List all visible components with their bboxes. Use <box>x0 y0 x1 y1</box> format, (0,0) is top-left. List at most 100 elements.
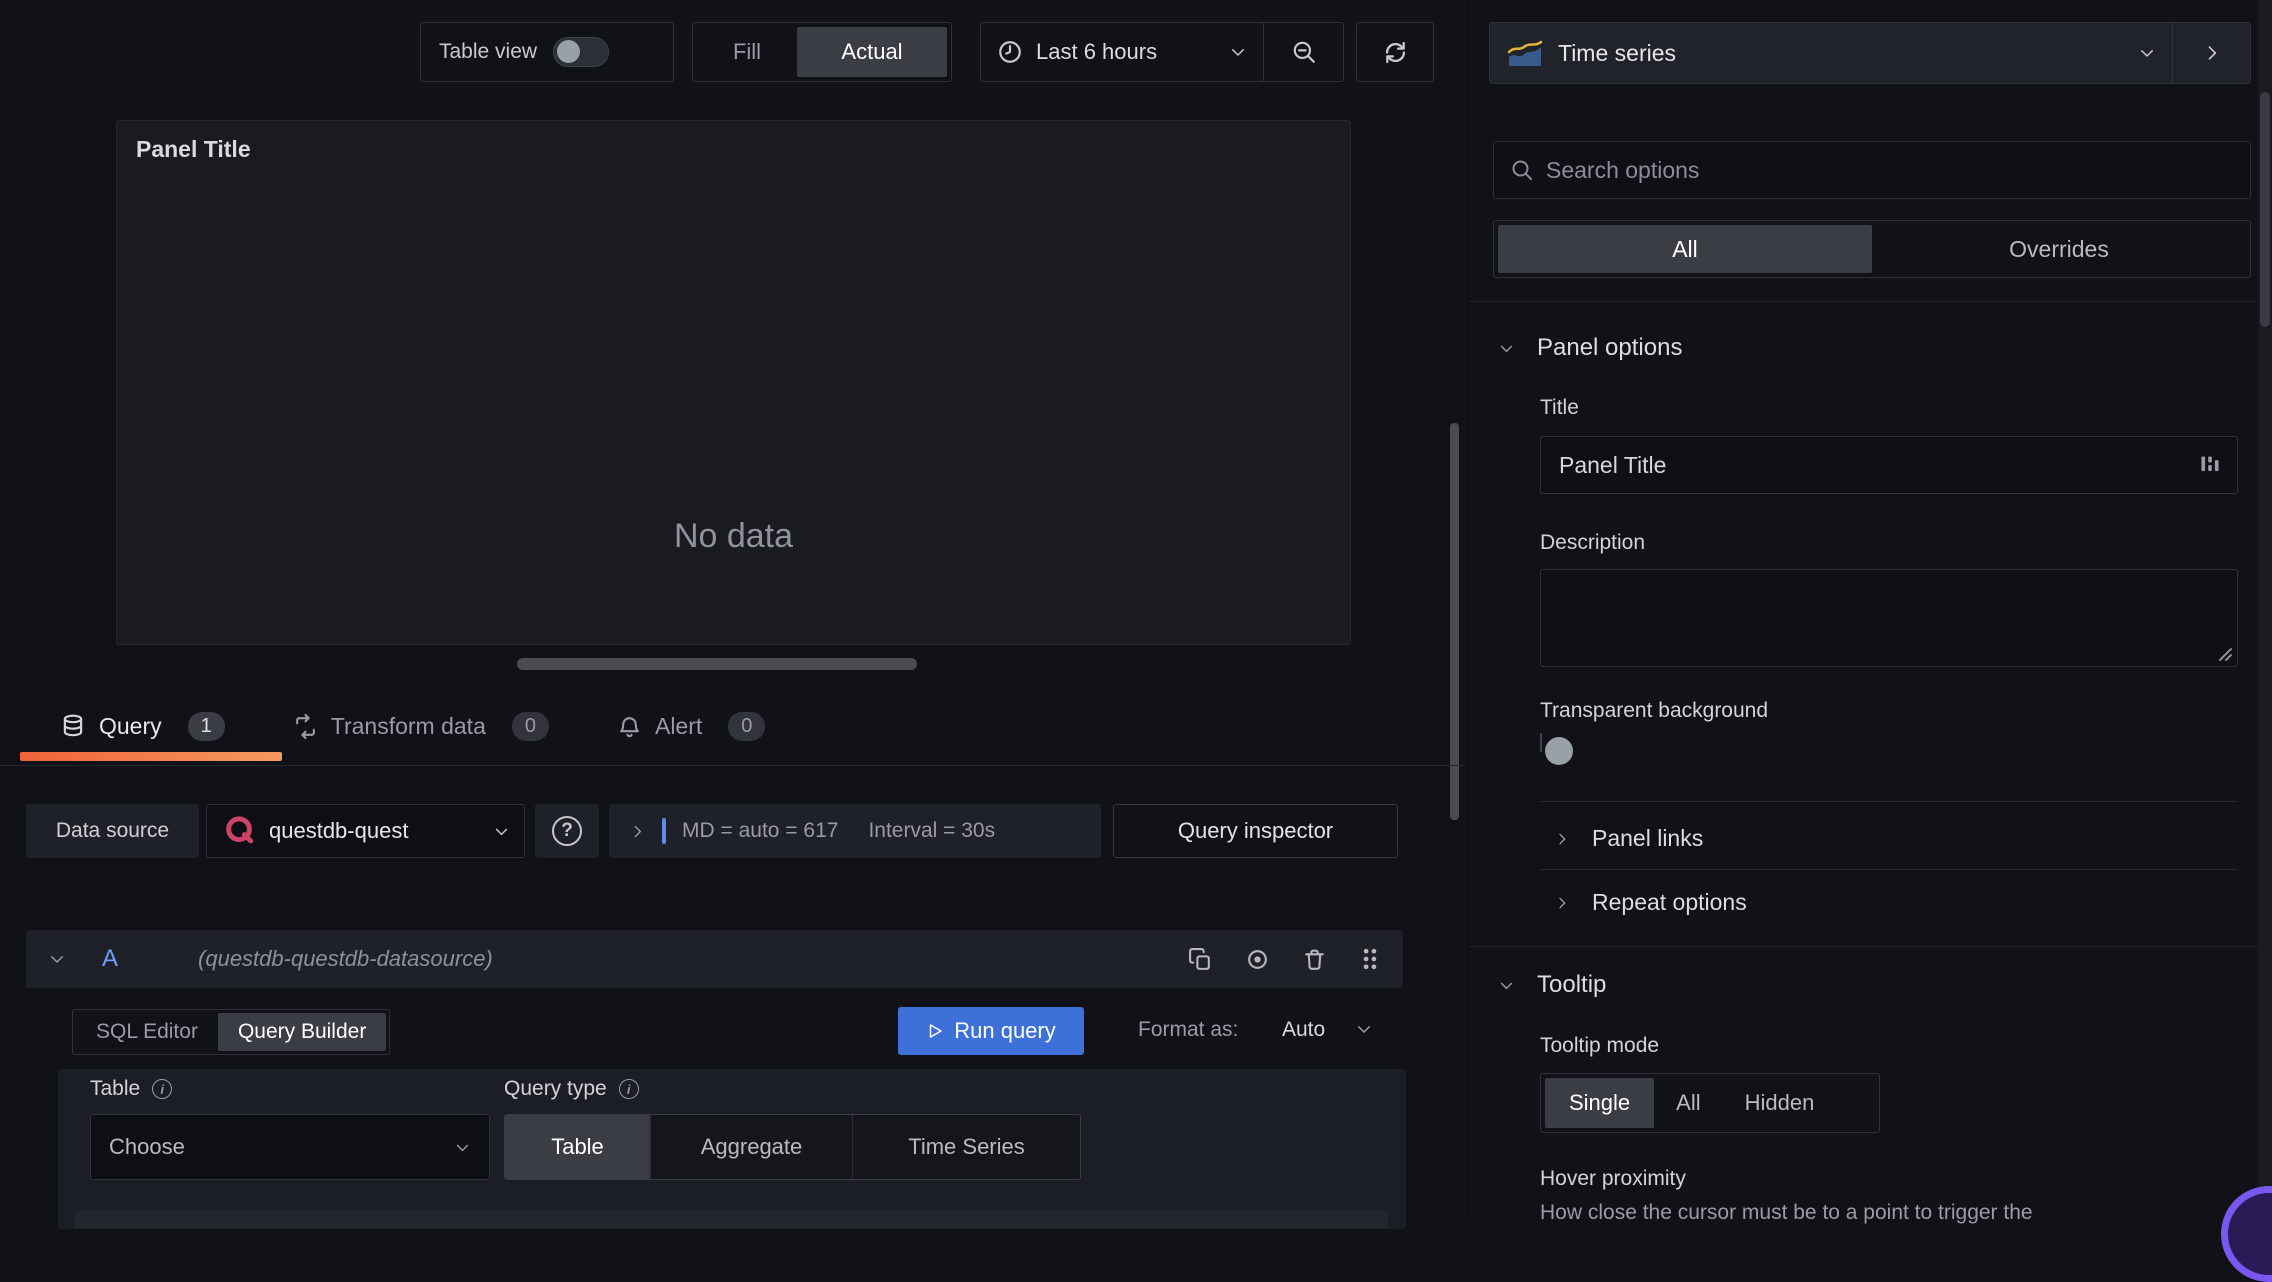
run-query-button[interactable]: Run query <box>898 1007 1084 1055</box>
active-tab-underline <box>20 752 282 761</box>
bell-icon <box>617 714 642 739</box>
tab-alert-count: 0 <box>728 711 766 741</box>
tooltip-mode-switch: Single All Hidden <box>1540 1073 1880 1133</box>
editor-vertical-scrollbar[interactable] <box>1450 423 1459 820</box>
format-as-label: Format as: <box>1138 1018 1239 1041</box>
inset-divider <box>1540 801 2238 802</box>
query-type-aggregate[interactable]: Aggregate <box>650 1115 852 1179</box>
search-icon <box>1510 158 1534 182</box>
clock-icon <box>997 39 1023 65</box>
tooltip-mode-single[interactable]: Single <box>1545 1078 1655 1128</box>
panel-title-field <box>1540 436 2238 494</box>
info-icon[interactable]: i <box>618 1079 639 1099</box>
tooltip-header-label: Tooltip <box>1537 971 1607 998</box>
format-as-value[interactable]: Auto <box>1282 1018 1325 1042</box>
database-icon <box>60 713 86 739</box>
table-select-value: Choose <box>109 1134 185 1159</box>
panel-title[interactable]: Panel Title <box>136 136 251 163</box>
options-scrollbar-thumb[interactable] <box>2260 92 2270 327</box>
refresh-button[interactable] <box>1356 22 1434 82</box>
tab-transform-data[interactable]: Transform data 0 <box>293 711 549 741</box>
resize-handle-icon[interactable] <box>2217 646 2233 662</box>
hide-response-eye-icon[interactable] <box>1245 947 1270 972</box>
fill-actual-switch: Fill Actual <box>692 22 952 82</box>
panel-horizontal-scrollbar[interactable] <box>517 658 917 670</box>
info-icon[interactable]: i <box>152 1079 173 1099</box>
chevron-down-icon <box>493 823 510 840</box>
title-field-label: Title <box>1540 396 1579 419</box>
format-chevron-down-icon[interactable] <box>1355 1020 1373 1038</box>
repeat-options-label: Repeat options <box>1592 889 1747 915</box>
options-filter-switch: All Overrides <box>1493 220 2251 278</box>
tooltip-mode-label: Tooltip mode <box>1540 1034 1660 1057</box>
filter-overrides-option[interactable]: Overrides <box>1872 225 2246 273</box>
query-ref-id[interactable]: A <box>102 945 118 973</box>
table-view-toggle[interactable] <box>553 37 610 67</box>
editor-mode-switch: SQL Editor Query Builder <box>72 1009 391 1055</box>
search-options-input[interactable] <box>1546 156 2234 184</box>
panel-title-input[interactable] <box>1559 451 2201 479</box>
text-caret <box>662 818 666 844</box>
fill-option[interactable]: Fill <box>697 27 797 77</box>
tabs-divider <box>0 765 1464 766</box>
help-bubble[interactable] <box>2221 1186 2272 1282</box>
time-range-button[interactable]: Last 6 hours <box>981 23 1263 81</box>
chevron-down-icon <box>454 1139 471 1156</box>
run-query-label: Run query <box>954 1018 1056 1043</box>
tooltip-section-header[interactable]: Tooltip <box>1498 971 1606 999</box>
query-type-table[interactable]: Table <box>505 1115 650 1179</box>
sql-editor-option[interactable]: SQL Editor <box>76 1013 218 1051</box>
max-data-points-summary: MD = auto = 617 <box>682 819 839 842</box>
zoom-out-icon <box>1291 39 1317 65</box>
suggestions-icon[interactable] <box>2201 454 2219 476</box>
table-view-control[interactable]: Table view <box>420 22 674 82</box>
hover-proximity-label: Hover proximity <box>1540 1167 1686 1190</box>
tooltip-mode-all[interactable]: All <box>1654 1078 1722 1128</box>
query-builder-body: Table i Query type i Choose Table Aggreg… <box>58 1069 1406 1229</box>
actual-option[interactable]: Actual <box>797 27 947 77</box>
filter-all-option[interactable]: All <box>1498 225 1872 273</box>
refresh-icon <box>1382 39 1409 66</box>
play-icon <box>926 1022 944 1040</box>
repeat-options-section-header[interactable]: Repeat options <box>1554 889 1747 916</box>
remove-query-trash-icon[interactable] <box>1302 947 1327 972</box>
panel-links-section-header[interactable]: Panel links <box>1554 825 1703 852</box>
query-datasource-hint: (questdb-questdb-datasource) <box>198 946 493 971</box>
inset-divider <box>1540 869 2238 870</box>
section-divider <box>1469 946 2272 947</box>
time-range-picker: Last 6 hours <box>980 22 1344 82</box>
datasource-help-button[interactable]: ? <box>535 804 599 858</box>
section-divider <box>1469 301 2272 302</box>
tab-query-count: 1 <box>187 711 225 741</box>
tab-alert[interactable]: Alert 0 <box>617 711 766 741</box>
duplicate-query-icon[interactable] <box>1188 947 1213 972</box>
drag-handle-icon[interactable] <box>1359 946 1381 972</box>
panel-options-header-label: Panel options <box>1537 334 1683 361</box>
options-pane: Time series All Overrides Panel options … <box>1468 0 2272 1282</box>
time-series-viz-icon <box>1506 38 1544 68</box>
query-inspector-button[interactable]: Query inspector <box>1113 804 1398 858</box>
transparent-background-toggle[interactable] <box>1540 733 1573 765</box>
query-builder-option[interactable]: Query Builder <box>217 1013 387 1051</box>
visualization-picker[interactable]: Time series <box>1489 22 2251 84</box>
query-options-summary[interactable]: MD = auto = 617 Interval = 30s <box>609 804 1101 858</box>
panel-options-section-header[interactable]: Panel options <box>1498 334 1682 362</box>
chevron-down-icon <box>1498 977 1515 994</box>
query-row-header[interactable]: A (questdb-questdb-datasource) <box>26 930 1403 988</box>
toggle-knob <box>557 40 581 63</box>
tab-query[interactable]: Query 1 <box>60 711 225 741</box>
table-select[interactable]: Choose <box>90 1114 490 1180</box>
toggle-knob <box>1545 737 1573 765</box>
chevron-right-icon <box>629 823 646 840</box>
query-type-field-label: Query type <box>504 1077 607 1100</box>
collapse-chevron-icon[interactable] <box>48 950 66 968</box>
tooltip-mode-hidden[interactable]: Hidden <box>1723 1078 1837 1128</box>
data-source-picker[interactable]: questdb-quest <box>206 804 525 858</box>
query-type-time-series[interactable]: Time Series <box>852 1115 1080 1179</box>
chevron-down-icon <box>2138 44 2156 62</box>
description-field[interactable] <box>1540 569 2238 667</box>
search-options-box[interactable] <box>1493 141 2251 199</box>
panel-preview: Panel Title No data <box>116 120 1351 645</box>
zoom-out-button[interactable] <box>1263 23 1343 81</box>
toggle-viz-pane-button[interactable] <box>2172 23 2250 83</box>
